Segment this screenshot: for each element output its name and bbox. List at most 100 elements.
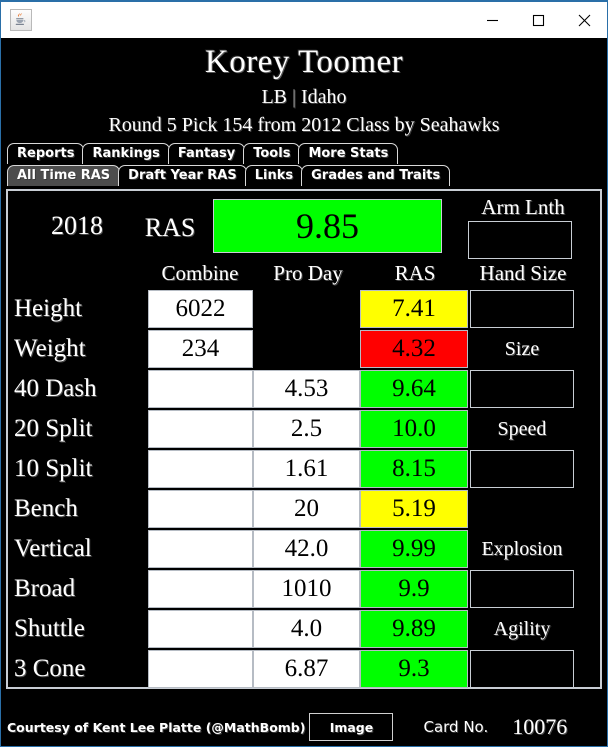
agility-grade-value	[470, 650, 574, 688]
row-label-vertical: Vertical	[14, 535, 92, 562]
close-button[interactable]	[561, 2, 607, 38]
table-row: Bench 20 5.19	[8, 489, 600, 529]
table-row: 40 Dash 4.53 9.64	[8, 369, 600, 409]
cell-ras-score: 9.3	[360, 650, 468, 688]
grade-label-size: Size	[504, 338, 540, 360]
cell-ras-score: 7.41	[360, 290, 468, 328]
table-row: Vertical 42.0 9.99 Explosion	[8, 529, 600, 569]
cell-pro-day: 20	[253, 490, 360, 528]
cell-pro-day: 1.61	[253, 450, 360, 488]
cell-combine	[148, 370, 253, 408]
app-window: Korey Toomer LB | Idaho Round 5 Pick 154…	[0, 0, 608, 747]
java-coffee-cup-icon	[10, 9, 32, 31]
grade-label-speed: Speed	[497, 418, 547, 440]
season-year: 2018	[51, 211, 103, 240]
cell-combine: 234	[148, 330, 253, 368]
table-row: 10 Split 1.61 8.15	[8, 449, 600, 489]
ras-overall-score: 9.85	[213, 199, 442, 253]
table-row: Height 6022 7.41	[8, 289, 600, 329]
column-header-ras: RAS	[394, 261, 436, 285]
row-label-3-cone: 3 Cone	[14, 655, 86, 682]
cell-combine	[148, 570, 253, 608]
maximize-button[interactable]	[515, 2, 561, 38]
cell-pro-day: 4.53	[253, 370, 360, 408]
cell-combine	[148, 490, 253, 528]
row-label-20-split: 20 Split	[14, 415, 93, 442]
table-row: Weight 234 4.32 Size	[8, 329, 600, 369]
explosion-grade-value	[470, 570, 574, 608]
cell-pro-day: 4.0	[253, 610, 360, 648]
minimize-button[interactable]	[469, 2, 515, 38]
cell-ras-score: 5.19	[360, 490, 468, 528]
position-school-line: LB | Idaho	[1, 84, 607, 110]
speed-grade-value	[470, 450, 574, 488]
row-label-10-split: 10 Split	[14, 455, 93, 482]
arm-length-label: Arm Lnth	[481, 195, 565, 219]
cell-combine	[148, 650, 253, 688]
column-header-hand-size: Hand Size	[479, 261, 567, 285]
cell-ras-score: 9.89	[360, 610, 468, 648]
tab-all-time-ras[interactable]: All Time RAS	[7, 165, 121, 186]
player-header: Korey Toomer LB | Idaho Round 5 Pick 154…	[1, 38, 607, 138]
table-row: Shuttle 4.0 9.89 Agility	[8, 609, 600, 649]
row-label-height: Height	[14, 295, 83, 322]
hand-size-value	[470, 290, 574, 328]
column-header-combine: Combine	[161, 261, 239, 285]
row-label-shuttle: Shuttle	[14, 615, 85, 642]
cell-pro-day: 42.0	[253, 530, 360, 568]
card-number-label: Card No.	[423, 718, 489, 736]
tab-reports[interactable]: Reports	[7, 143, 85, 164]
cell-combine: 6022	[148, 290, 253, 328]
ras-panel: 2018 RAS 9.85 Arm Lnth Combine Pro Day R…	[6, 189, 602, 689]
table-column-headers: Combine Pro Day RAS Hand Size	[8, 261, 600, 289]
tab-tools[interactable]: Tools	[243, 143, 301, 164]
window-controls	[469, 2, 607, 38]
status-bar: Courtesy of Kent Lee Platte (@MathBomb) …	[1, 709, 607, 745]
table-row: 20 Split 2.5 10.0 Speed	[8, 409, 600, 449]
primary-tab-bar: Reports Rankings Fantasy Tools More Stats	[1, 143, 607, 164]
draft-info-line: Round 5 Pick 154 from 2012 Class by Seah…	[108, 114, 500, 136]
image-button[interactable]: Image	[309, 713, 394, 741]
cell-ras-score: 10.0	[360, 410, 468, 448]
cell-pro-day: 1010	[253, 570, 360, 608]
table-row: 3 Cone 6.87 9.3	[8, 649, 600, 689]
player-school: Idaho	[301, 86, 347, 108]
cell-ras-score: 9.64	[360, 370, 468, 408]
app-body: Korey Toomer LB | Idaho Round 5 Pick 154…	[1, 38, 607, 745]
window-titlebar	[0, 0, 608, 38]
grade-label-explosion: Explosion	[481, 538, 563, 560]
tab-fantasy[interactable]: Fantasy	[167, 143, 246, 164]
cell-combine	[148, 610, 253, 648]
metrics-table: Height 6022 7.41 Weight 234 4.32 Size 40 Dash 4.…	[8, 289, 600, 689]
table-row: Broad 1010 9.9	[8, 569, 600, 609]
cell-ras-score: 4.32	[360, 330, 468, 368]
player-position: LB	[261, 86, 287, 108]
page-title: Korey Toomer	[204, 44, 404, 80]
grade-label-agility: Agility	[493, 618, 551, 640]
tab-links[interactable]: Links	[244, 165, 304, 186]
tab-grades-and-traits[interactable]: Grades and Traits	[301, 165, 451, 186]
ras-summary-row: 2018 RAS 9.85 Arm Lnth	[8, 191, 600, 261]
size-grade-value	[470, 370, 574, 408]
cell-ras-score: 9.9	[360, 570, 468, 608]
row-label-broad: Broad	[14, 575, 76, 602]
tab-rankings[interactable]: Rankings	[82, 143, 170, 164]
tab-more-stats[interactable]: More Stats	[298, 143, 399, 164]
cell-pro-day: 2.5	[253, 410, 360, 448]
tab-draft-year-ras[interactable]: Draft Year RAS	[118, 165, 247, 186]
row-label-weight: Weight	[14, 335, 86, 362]
cell-combine	[148, 410, 253, 448]
secondary-tab-bar: All Time RAS Draft Year RAS Links Grades an…	[1, 165, 607, 186]
separator: |	[292, 86, 297, 108]
row-label-40-dash: 40 Dash	[14, 375, 97, 402]
cell-ras-score: 9.99	[360, 530, 468, 568]
cell-ras-score: 8.15	[360, 450, 468, 488]
arm-length-value	[468, 221, 572, 259]
cell-combine	[148, 450, 253, 488]
courtesy-credit: Courtesy of Kent Lee Platte (@MathBomb)	[7, 719, 306, 735]
cell-combine	[148, 530, 253, 568]
ras-summary-label: RAS	[144, 213, 196, 242]
cell-pro-day: 6.87	[253, 650, 360, 688]
column-header-pro-day: Pro Day	[273, 261, 343, 285]
card-number-value: 10076	[512, 714, 568, 739]
